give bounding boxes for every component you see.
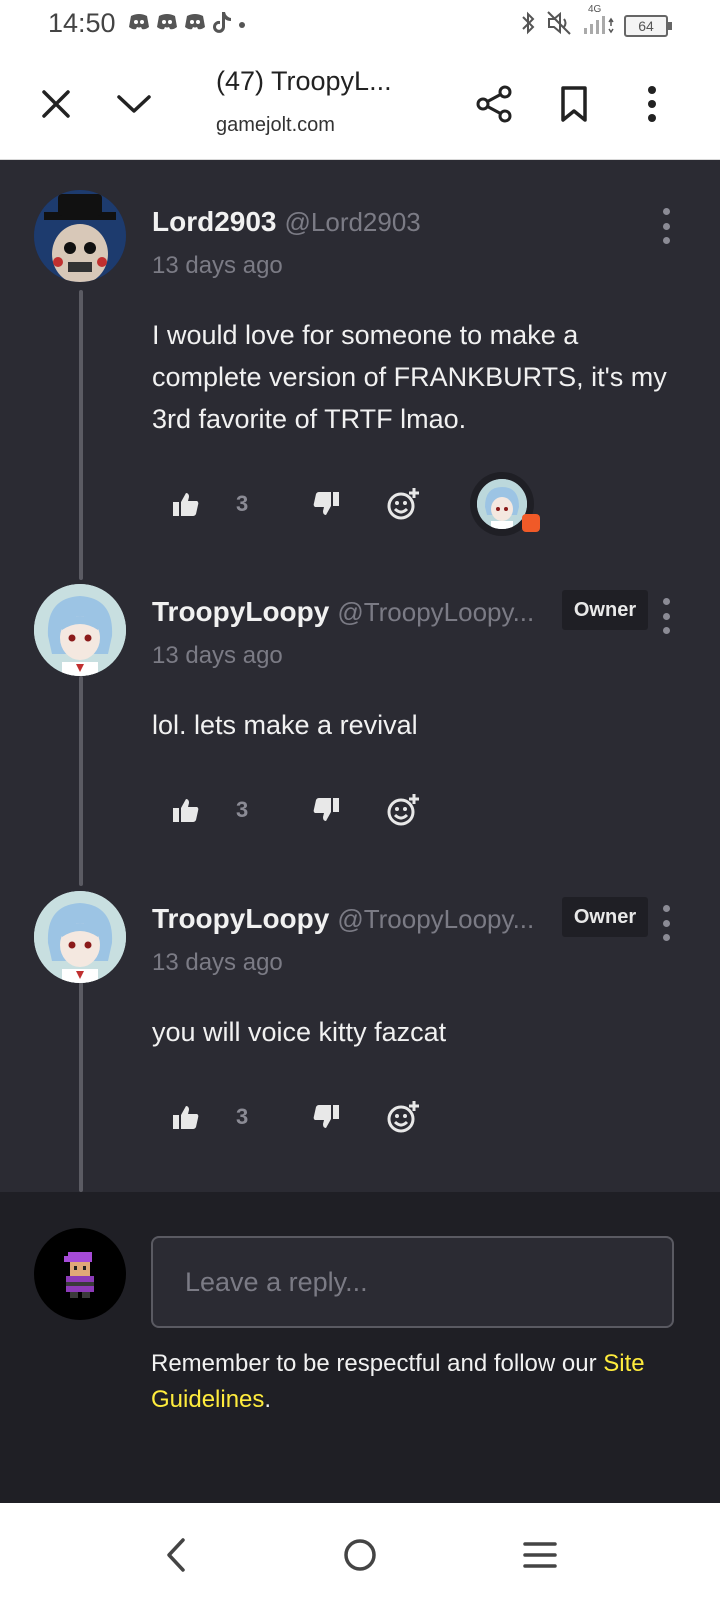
owner-reply-indicator[interactable] bbox=[470, 472, 540, 536]
thread-line bbox=[79, 982, 83, 1192]
author-handle[interactable]: @Lord2903 bbox=[285, 207, 421, 237]
avatar[interactable] bbox=[34, 891, 126, 983]
author-name[interactable]: TroopyLoopy bbox=[152, 903, 329, 934]
chevron-down-icon bbox=[117, 95, 151, 113]
add-emoji-icon bbox=[387, 1101, 419, 1133]
owner-badge: Owner bbox=[562, 897, 648, 937]
system-icons: 4G 64 bbox=[520, 4, 672, 41]
comment-more-button[interactable] bbox=[654, 598, 678, 634]
add-emoji-icon bbox=[387, 488, 419, 520]
comment-actions: 3 bbox=[152, 780, 652, 840]
close-icon bbox=[42, 90, 70, 118]
bookmark-icon bbox=[561, 86, 587, 122]
comment-text: you will voice kitty fazcat bbox=[152, 1017, 447, 1047]
comment-text: I would love for someone to make a compl… bbox=[152, 320, 667, 434]
thumbs-down-icon bbox=[313, 798, 339, 821]
dislike-button[interactable] bbox=[312, 1087, 340, 1147]
menu-icon bbox=[523, 1542, 557, 1568]
status-bar: 14:50 4G 64 bbox=[0, 0, 720, 48]
author-name[interactable]: TroopyLoopy bbox=[152, 596, 329, 627]
discord-icon bbox=[156, 13, 178, 36]
more-options-button[interactable] bbox=[622, 74, 682, 134]
mute-icon bbox=[546, 10, 572, 41]
bluetooth-icon bbox=[520, 10, 536, 41]
add-reaction-button[interactable] bbox=[386, 474, 420, 534]
recents-button[interactable] bbox=[510, 1525, 570, 1585]
avatar[interactable] bbox=[34, 190, 126, 282]
more-vertical-icon bbox=[648, 86, 656, 122]
avatar[interactable] bbox=[34, 584, 126, 676]
comment-text: lol. lets make a revival bbox=[152, 710, 418, 740]
like-button[interactable] bbox=[172, 780, 200, 840]
reply-badge-icon bbox=[522, 514, 540, 532]
thread-line bbox=[79, 290, 83, 580]
dislike-button[interactable] bbox=[312, 474, 340, 534]
author-handle[interactable]: @TroopyLoopy... bbox=[337, 597, 534, 627]
browser-toolbar: (47) TroopyL... gamejolt.com bbox=[0, 48, 720, 160]
add-emoji-icon bbox=[387, 794, 419, 826]
home-button[interactable] bbox=[330, 1525, 390, 1585]
status-time: 14:50 bbox=[48, 8, 116, 38]
battery-level: 64 bbox=[638, 17, 654, 34]
comment-author[interactable]: TroopyLoopy @TroopyLoopy... bbox=[152, 903, 534, 935]
thumbs-down-icon bbox=[313, 492, 339, 515]
thread-line bbox=[79, 676, 83, 886]
system-nav-bar bbox=[0, 1503, 720, 1600]
dislike-button[interactable] bbox=[312, 780, 340, 840]
share-icon bbox=[476, 85, 512, 123]
thumbs-up-icon bbox=[173, 1106, 199, 1129]
add-reaction-button[interactable] bbox=[386, 1087, 420, 1147]
like-count[interactable]: 3 bbox=[236, 1087, 248, 1147]
comment-timestamp[interactable]: 13 days ago bbox=[152, 642, 283, 670]
page-domain: gamejolt.com bbox=[216, 114, 335, 136]
thumbs-up-icon bbox=[173, 493, 199, 516]
back-button[interactable] bbox=[146, 1525, 206, 1585]
discord-icon bbox=[184, 13, 206, 36]
thumbs-up-icon bbox=[173, 799, 199, 822]
owner-avatar bbox=[477, 479, 527, 529]
reply-input[interactable] bbox=[151, 1236, 674, 1328]
add-reaction-button[interactable] bbox=[386, 780, 420, 840]
guidelines-notice: Remember to be respectful and follow our… bbox=[151, 1346, 691, 1418]
like-count[interactable]: 3 bbox=[236, 474, 248, 534]
pixel-avatar bbox=[64, 1252, 94, 1298]
like-button[interactable] bbox=[172, 1087, 200, 1147]
comment-author[interactable]: Lord2903 @Lord2903 bbox=[152, 206, 421, 238]
page-title: (47) TroopyL... bbox=[216, 66, 392, 96]
comment-author[interactable]: TroopyLoopy @TroopyLoopy... bbox=[152, 596, 534, 628]
comment-more-button[interactable] bbox=[654, 905, 678, 941]
close-button[interactable] bbox=[26, 74, 86, 134]
comment-timestamp[interactable]: 13 days ago bbox=[152, 252, 283, 280]
bookmark-button[interactable] bbox=[544, 74, 604, 134]
tiktok-icon bbox=[212, 10, 232, 39]
guidelines-text: Remember to be respectful and follow our bbox=[151, 1350, 604, 1377]
like-count[interactable]: 3 bbox=[236, 780, 248, 840]
thumbs-down-icon bbox=[313, 1105, 339, 1128]
comment-actions: 3 bbox=[152, 472, 652, 536]
like-button[interactable] bbox=[172, 474, 200, 534]
share-button[interactable] bbox=[464, 74, 524, 134]
comment-actions: 3 bbox=[152, 1087, 652, 1147]
comment-timestamp[interactable]: 13 days ago bbox=[152, 949, 283, 977]
my-avatar[interactable] bbox=[34, 1228, 126, 1320]
discord-icon bbox=[128, 13, 150, 36]
collapse-button[interactable] bbox=[104, 74, 164, 134]
back-icon bbox=[167, 1538, 185, 1572]
battery-icon: 64 bbox=[624, 14, 672, 37]
author-name[interactable]: Lord2903 bbox=[152, 206, 277, 237]
notification-icons bbox=[128, 10, 246, 39]
guidelines-period: . bbox=[264, 1386, 272, 1413]
dot-icon bbox=[238, 16, 246, 34]
home-icon bbox=[344, 1539, 376, 1571]
signal-icon: 4G bbox=[582, 4, 614, 41]
owner-badge: Owner bbox=[562, 590, 648, 630]
comment-more-button[interactable] bbox=[654, 208, 678, 244]
author-handle[interactable]: @TroopyLoopy... bbox=[337, 904, 534, 934]
network-type: 4G bbox=[588, 4, 602, 15]
